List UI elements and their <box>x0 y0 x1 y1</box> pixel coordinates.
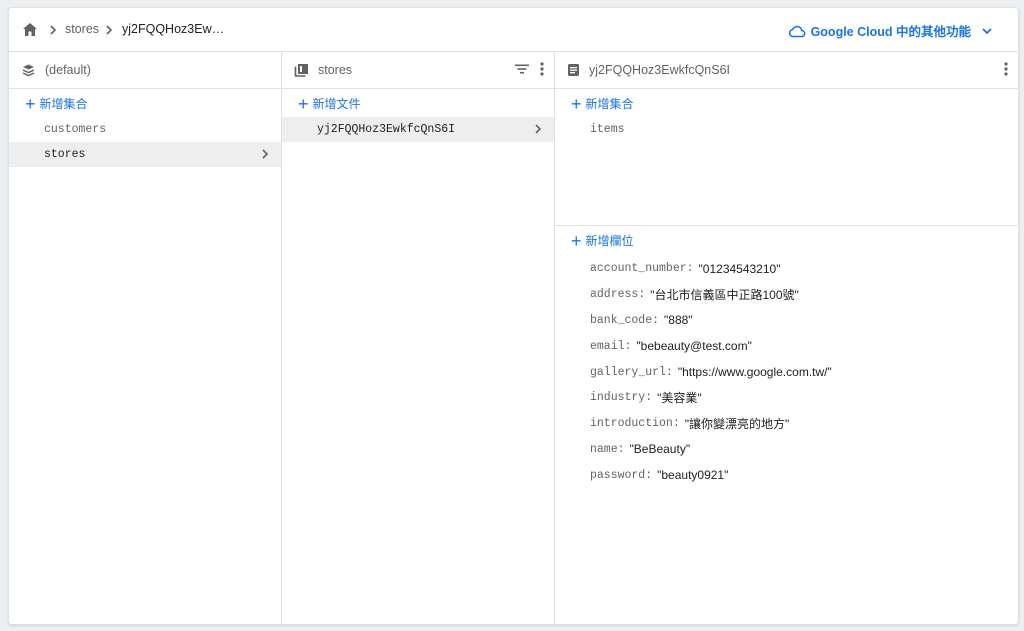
collection-item-customers[interactable]: customers <box>9 117 281 142</box>
field-row[interactable]: bank_code: "888" <box>555 308 1018 334</box>
subcollection-item-items[interactable]: items <box>555 117 1018 142</box>
add-field-button[interactable]: + 新增欄位 <box>555 227 1018 254</box>
field-key: password: <box>590 468 653 482</box>
collection-column: stores + 新增文件 yj2FQQHoz3EwkfcQnS6I <box>282 52 555 624</box>
field-key: name: <box>590 442 625 456</box>
field-key: account_number: <box>590 262 694 276</box>
field-value: "美容業" <box>657 391 702 406</box>
field-key: gallery_url: <box>590 365 673 379</box>
field-value: "https://www.google.com.tw/" <box>677 365 832 380</box>
field-row[interactable]: gallery_url: "https://www.google.com.tw/" <box>555 359 1018 385</box>
add-collection-label: 新增集合 <box>39 97 88 111</box>
document-column: yj2FQQHoz3EwkfcQnS6I + 新增集合 items + 新增欄位… <box>555 52 1018 624</box>
google-cloud-link[interactable]: Google Cloud 中的其他功能 <box>788 21 998 40</box>
add-document-button[interactable]: + 新增文件 <box>282 90 554 117</box>
breadcrumb-document[interactable]: yj2FQQHoz3Ew… <box>122 22 224 36</box>
chevron-right-icon <box>50 25 57 35</box>
field-value: "888" <box>664 313 693 328</box>
add-subcollection-label: 新增集合 <box>585 97 634 111</box>
more-vert-icon[interactable] <box>1004 62 1008 76</box>
more-vert-icon[interactable] <box>540 62 544 76</box>
field-value: "01234543210" <box>698 261 781 276</box>
root-title: (default) <box>45 63 91 77</box>
root-column-header: (default) <box>9 52 281 89</box>
subcollection-section: + 新增集合 items <box>555 90 1018 226</box>
plus-icon: + <box>571 230 582 251</box>
root-column: (default) + 新增集合 customers stores <box>9 52 282 624</box>
document-icon <box>568 64 579 76</box>
field-value: "讓你變漂亮的地方" <box>684 417 790 432</box>
field-row[interactable]: account_number: "01234543210" <box>555 256 1018 282</box>
database-stack-icon <box>22 64 35 77</box>
field-value: "BeBeauty" <box>629 442 691 457</box>
document-column-header: yj2FQQHoz3EwkfcQnS6I <box>555 52 1018 89</box>
add-collection-button[interactable]: + 新增集合 <box>9 90 281 117</box>
breadcrumb-stores[interactable]: stores <box>65 22 99 36</box>
chevron-down-icon[interactable] <box>981 27 993 35</box>
collection-title: stores <box>318 63 353 77</box>
collection-icon <box>294 64 308 77</box>
cloud-icon <box>788 25 805 37</box>
google-cloud-label: Google Cloud 中的其他功能 <box>810 25 971 39</box>
collection-label: customers <box>44 123 107 136</box>
document-title: yj2FQQHoz3EwkfcQnS6I <box>589 63 731 77</box>
field-key: bank_code: <box>590 313 660 327</box>
field-row[interactable]: name: "BeBeauty" <box>555 437 1018 463</box>
filter-icon[interactable] <box>514 63 530 75</box>
document-label: yj2FQQHoz3EwkfcQnS6I <box>317 123 456 136</box>
document-item[interactable]: yj2FQQHoz3EwkfcQnS6I <box>282 117 554 142</box>
field-row[interactable]: address: "台北市信義區中正路100號" <box>555 282 1018 308</box>
chevron-right-icon <box>106 25 113 35</box>
home-icon[interactable] <box>21 20 39 38</box>
collection-label: stores <box>44 148 86 161</box>
plus-icon: + <box>298 93 309 114</box>
plus-icon: + <box>25 93 36 114</box>
field-value: "台北市信義區中正路100號" <box>650 288 799 303</box>
field-value: "beauty0921" <box>657 468 729 483</box>
field-key: introduction: <box>590 417 680 431</box>
chevron-right-icon <box>262 149 269 159</box>
add-subcollection-button[interactable]: + 新增集合 <box>555 90 1018 117</box>
firestore-panel: stores yj2FQQHoz3Ew… Google Cloud 中的其他功能… <box>8 7 1019 625</box>
field-row[interactable]: introduction: "讓你變漂亮的地方" <box>555 411 1018 437</box>
field-row[interactable]: email: "bebeauty@test.com" <box>555 333 1018 359</box>
collection-item-stores[interactable]: stores <box>9 142 281 167</box>
field-list: account_number: "01234543210" address: "台北… <box>555 254 1018 488</box>
field-key: email: <box>590 339 632 353</box>
chevron-right-icon <box>535 124 542 134</box>
field-key: address: <box>590 288 646 302</box>
field-row[interactable]: password: "beauty0921" <box>555 462 1018 488</box>
add-field-label: 新增欄位 <box>585 234 634 248</box>
field-value: "bebeauty@test.com" <box>636 339 752 354</box>
collection-column-header: stores <box>282 52 554 89</box>
subcollection-label: items <box>590 123 625 136</box>
breadcrumb-bar: stores yj2FQQHoz3Ew… Google Cloud 中的其他功能 <box>9 8 1018 52</box>
plus-icon: + <box>571 93 582 114</box>
field-row[interactable]: industry: "美容業" <box>555 385 1018 411</box>
field-key: industry: <box>590 391 653 405</box>
add-document-label: 新增文件 <box>312 97 361 111</box>
